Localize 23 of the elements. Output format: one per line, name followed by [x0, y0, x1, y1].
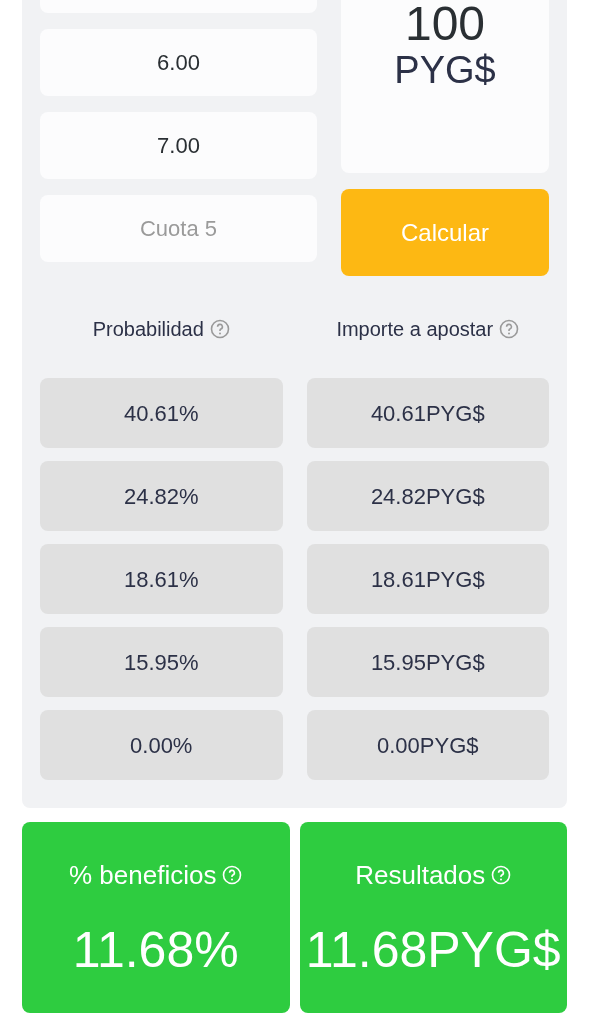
amount-cell: 18.61PYG$ — [306, 544, 549, 614]
probability-cell: 40.61% — [40, 378, 283, 448]
result-value: 11.68PYG$ — [305, 921, 561, 980]
help-icon[interactable] — [209, 319, 230, 339]
odds-field[interactable]: 7.00 — [40, 112, 317, 179]
odds-field[interactable]: 6.00 — [40, 29, 317, 96]
probability-cell: 15.95% — [40, 627, 283, 697]
column-header: Importe a apostar — [336, 317, 494, 342]
amount-cell: 15.95PYG$ — [306, 627, 549, 697]
amount-cell: 40.61PYG$ — [306, 378, 549, 448]
help-icon[interactable] — [499, 319, 520, 339]
probability-cell: 18.61% — [40, 544, 283, 614]
amount-cell: 0.00PYG$ — [306, 710, 549, 780]
stake-amount: 100 — [404, 0, 486, 50]
result-title: Resultados — [355, 858, 486, 892]
stake-currency: PYG$ — [394, 50, 496, 90]
amount-cell: 24.82PYG$ — [306, 461, 549, 531]
probability-cell: 0.00% — [40, 710, 283, 780]
probability-cell: 24.82% — [40, 461, 283, 531]
column-header: Probabilidad — [92, 317, 204, 342]
result-value: 11.68% — [72, 921, 239, 980]
odds-field[interactable]: Cuota 5 — [40, 195, 317, 262]
result-title: % beneficios — [69, 858, 217, 892]
